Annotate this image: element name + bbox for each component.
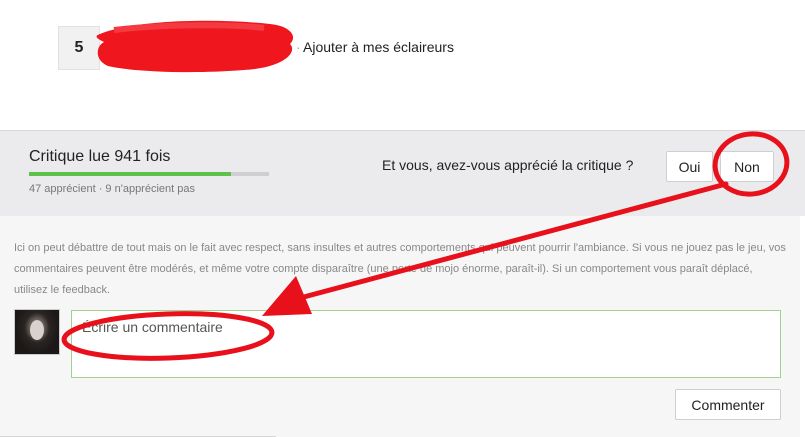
appreciation-progress	[29, 172, 269, 176]
avatar-face	[30, 320, 44, 340]
no-button[interactable]: Non	[720, 151, 774, 182]
user-avatar	[14, 309, 60, 355]
redaction-scribble	[96, 20, 294, 73]
comment-submit-button[interactable]: Commenter	[675, 389, 781, 420]
yes-button[interactable]: Oui	[666, 151, 713, 182]
appreciation-question: Et vous, avez-vous apprécié la critique …	[382, 157, 634, 173]
comment-rules-text: Ici on peut débattre de tout mais on le …	[14, 242, 786, 296]
appreciation-counts: 47 apprécient · 9 n'apprécient pas	[29, 183, 195, 195]
appreciation-progress-fill	[29, 172, 231, 176]
add-to-scouts-link[interactable]: Ajouter à mes éclaireurs	[303, 39, 454, 55]
critic-score-value: 5	[74, 39, 84, 56]
comment-input[interactable]	[71, 310, 781, 378]
read-count-title: Critique lue 941 fois	[29, 148, 171, 165]
separator: ·	[296, 39, 301, 55]
